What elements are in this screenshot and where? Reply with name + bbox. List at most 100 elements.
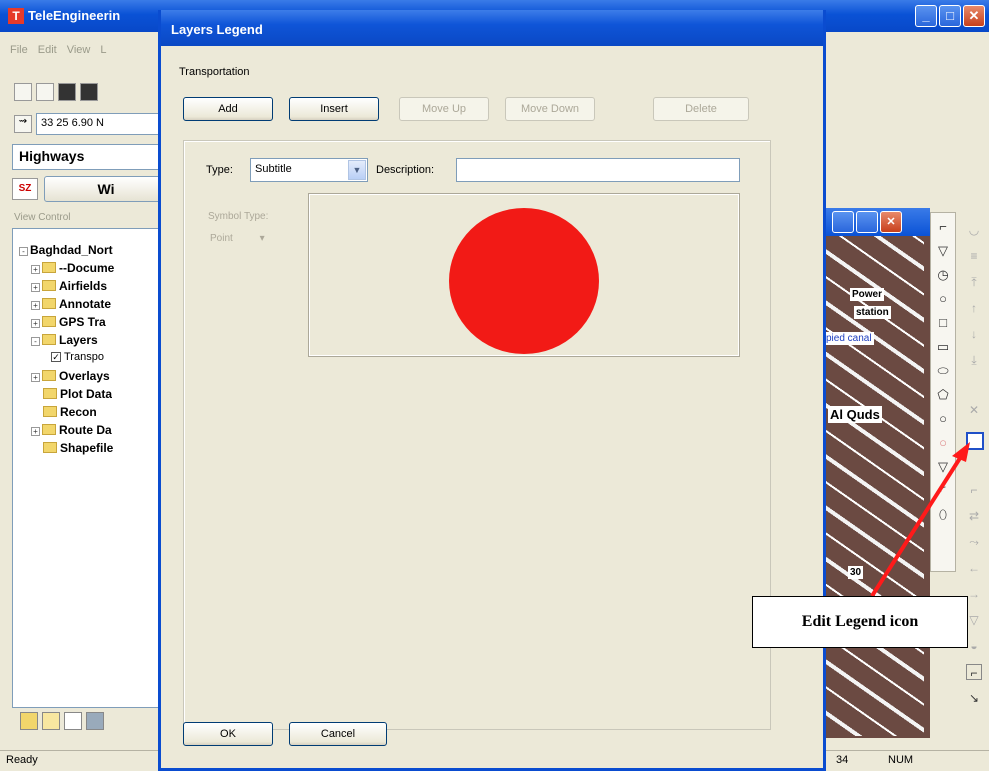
pentagon-tool-icon[interactable]: ⬠: [935, 387, 951, 403]
layer-combo[interactable]: Highways: [12, 144, 166, 170]
align-tool-icon[interactable]: ≡: [966, 248, 982, 264]
tree-item[interactable]: + Airfields: [31, 279, 107, 293]
rectangle-tool-icon[interactable]: ▭: [935, 339, 951, 355]
delete-button[interactable]: Delete: [653, 97, 749, 121]
map-label: 30: [848, 566, 864, 579]
folder-icon: [42, 280, 56, 291]
map-label: Al Quds: [828, 406, 882, 423]
save-icon[interactable]: [58, 83, 76, 101]
folder-icon: [42, 316, 56, 327]
tree-item[interactable]: + --Docume: [31, 261, 114, 275]
move-up-icon[interactable]: ↑: [966, 300, 982, 316]
symbol-type-select[interactable]: Point ▾: [206, 231, 302, 251]
minimize-button[interactable]: _: [915, 5, 937, 27]
symbol-preview: [308, 193, 740, 357]
insert-button[interactable]: Insert: [289, 97, 379, 121]
tree-item[interactable]: + Overlays: [31, 369, 110, 383]
tree-item[interactable]: Shapefile: [43, 441, 113, 455]
cancel-button[interactable]: Cancel: [289, 722, 387, 746]
close-button[interactable]: ✕: [963, 5, 985, 27]
sz-icon[interactable]: SZ: [12, 178, 38, 200]
map-window: ✕ Power station pied canal Al Quds 30: [820, 208, 930, 738]
zoom-tool-icon[interactable]: ⇝: [14, 115, 32, 133]
chevron-down-icon[interactable]: ▼: [348, 160, 366, 180]
folder-view-icon[interactable]: [20, 712, 38, 730]
tree-item-root[interactable]: - Baghdad_Nort: [19, 243, 113, 257]
blob-tool-icon[interactable]: ⬯: [935, 507, 951, 523]
tool-icon[interactable]: ⇄: [966, 508, 982, 524]
arc-tool-icon[interactable]: ◜: [935, 483, 951, 499]
move-top-icon[interactable]: ⤒: [966, 274, 982, 290]
pointer-icon[interactable]: ↘: [966, 690, 982, 706]
layers-legend-dialog: Layers Legend Transportation Add Insert …: [158, 10, 826, 771]
tree-item[interactable]: + Route Da: [31, 423, 112, 437]
maximize-button[interactable]: □: [939, 5, 961, 27]
polyline-tool-icon[interactable]: ⌐: [935, 219, 951, 235]
view-tabs: [20, 712, 165, 734]
tree-item[interactable]: + Annotate: [31, 297, 111, 311]
edit-toolbar: ◡ ≡ ⤒ ↑ ↓ ⤓ ✕ ⌐ ⇄ ⤳ ← → ▽ ◒ ⌐ ↘: [960, 212, 986, 742]
tree-item-transportation[interactable]: ✓ Transpo: [51, 351, 104, 363]
status-coord: 34: [836, 754, 849, 766]
main-window-title: TeleEngineerin: [28, 8, 121, 23]
tool-icon[interactable]: ⌐: [966, 664, 982, 680]
app-logo-icon: T: [8, 8, 24, 24]
sz-row: SZ Wi: [12, 176, 168, 202]
wi-button[interactable]: Wi: [44, 176, 168, 202]
menu-view[interactable]: View: [67, 44, 91, 56]
move-down-icon[interactable]: ↓: [966, 326, 982, 342]
move-up-button[interactable]: Move Up: [399, 97, 489, 121]
new-file-icon[interactable]: [14, 83, 32, 101]
menu-file[interactable]: File: [10, 44, 28, 56]
layers-view-icon[interactable]: [86, 712, 104, 730]
tree-item[interactable]: Recon: [43, 405, 97, 419]
back-arrow-icon[interactable]: ←: [966, 560, 982, 576]
triangle-tool-icon[interactable]: ▽: [935, 459, 951, 475]
document-view-icon[interactable]: [42, 712, 60, 730]
description-input[interactable]: [456, 158, 740, 182]
view-control-label: View Control: [14, 212, 71, 223]
ellipse-tool-icon[interactable]: ⬭: [935, 363, 951, 379]
map-maximize-button[interactable]: [856, 211, 878, 233]
map-close-button[interactable]: ✕: [880, 211, 902, 233]
open-file-icon[interactable]: [36, 83, 54, 101]
tool-icon[interactable]: ⌐: [966, 482, 982, 498]
edit-tool-icon[interactable]: ◡: [966, 222, 982, 238]
map-minimize-button[interactable]: [832, 211, 854, 233]
add-button[interactable]: Add: [183, 97, 273, 121]
circle-tool-icon[interactable]: ○: [935, 291, 951, 307]
folder-icon: [42, 424, 56, 435]
tool-icon[interactable]: ⤳: [966, 534, 982, 550]
ok-button[interactable]: OK: [183, 722, 273, 746]
filter-icon[interactable]: ▽: [966, 612, 982, 628]
list-view-icon[interactable]: [64, 712, 82, 730]
map-label: Power: [850, 288, 885, 301]
legend-entry-panel: Type: Subtitle ▼ Description: Symbol Typ…: [183, 140, 771, 730]
delete-tool-icon[interactable]: ✕: [966, 402, 982, 418]
map-canvas[interactable]: Power station pied canal Al Quds 30: [824, 236, 924, 736]
forward-arrow-icon[interactable]: →: [966, 586, 982, 602]
edit-legend-icon[interactable]: [966, 432, 984, 450]
tree-item[interactable]: - Layers: [31, 333, 98, 347]
tree-item[interactable]: Plot Data: [43, 387, 112, 401]
folder-icon: [43, 388, 57, 399]
menu-more[interactable]: L: [100, 44, 106, 56]
square-tool-icon[interactable]: □: [935, 315, 951, 331]
tool-icon[interactable]: ◒: [966, 638, 982, 654]
move-down-button[interactable]: Move Down: [505, 97, 595, 121]
octagon-tool-icon[interactable]: ○: [935, 411, 951, 427]
save-all-icon[interactable]: [80, 83, 98, 101]
menu-edit[interactable]: Edit: [38, 44, 57, 56]
tree-item[interactable]: + GPS Tra: [31, 315, 106, 329]
clock-tool-icon[interactable]: ◷: [935, 267, 951, 283]
map-titlebar: ✕: [820, 208, 930, 236]
polygon-tool-icon[interactable]: ▽: [935, 243, 951, 259]
folder-icon: [42, 262, 56, 273]
checkbox-checked-icon[interactable]: ✓: [51, 352, 61, 362]
move-bottom-icon[interactable]: ⤓: [966, 352, 982, 368]
description-label: Description:: [376, 164, 435, 176]
coordinate-display: 33 25 6.90 N: [36, 113, 166, 135]
red-circle-tool-icon[interactable]: ○: [935, 435, 951, 451]
folder-icon: [42, 298, 56, 309]
dialog-title: Layers Legend: [171, 22, 263, 37]
